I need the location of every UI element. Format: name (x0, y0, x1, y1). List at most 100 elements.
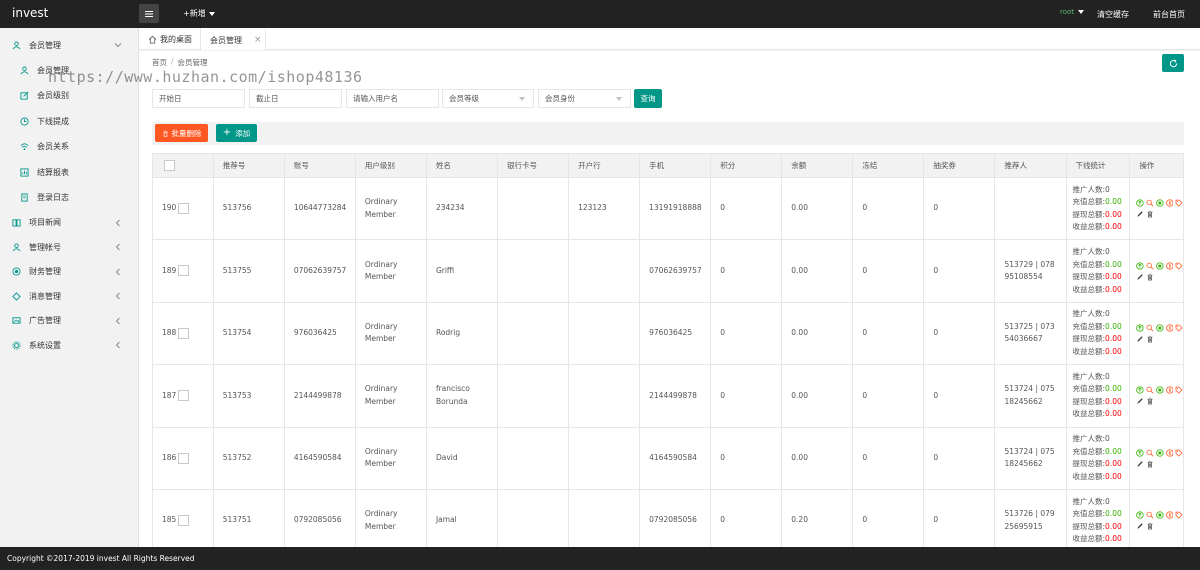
up-arrow-icon[interactable] (1136, 324, 1144, 332)
cell-referrer (994, 176, 1067, 241)
sidebar-group-messages[interactable]: 消息管理 (0, 284, 138, 309)
cell-phone: 976036425 (639, 301, 712, 366)
cell-frozen: 0 (852, 301, 925, 366)
row-checkbox[interactable] (178, 390, 190, 402)
money-icon[interactable] (1165, 261, 1174, 270)
cell-bank-card (497, 176, 570, 241)
start-date-input[interactable]: 开始日 (152, 89, 245, 108)
trash-icon[interactable] (1146, 273, 1154, 281)
sidebar-group-ads[interactable]: 广告管理 (0, 309, 138, 334)
view-icon[interactable] (1156, 261, 1164, 270)
add-button[interactable]: + 添加 (216, 124, 257, 142)
edit-icon[interactable] (1136, 460, 1144, 468)
tag-icon[interactable] (1175, 199, 1183, 207)
refresh-icon (1169, 59, 1177, 67)
cell-ref: 513756 (212, 176, 285, 241)
view-icon[interactable] (1156, 511, 1164, 519)
edit-icon[interactable] (1136, 335, 1144, 343)
chevron-left-icon (115, 292, 120, 300)
front-home-link[interactable]: 前台首页 (1153, 9, 1185, 20)
sidebar-group-member[interactable]: 会员管理 (0, 33, 138, 58)
search-icon[interactable] (1146, 262, 1154, 270)
view-icon[interactable] (1156, 449, 1164, 457)
sidebar-item-relations[interactable]: 会员关系 (0, 134, 138, 160)
add-new-menu[interactable]: +新增 (183, 8, 215, 19)
close-icon[interactable]: × (254, 35, 262, 45)
sidebar-item-settlement[interactable]: 结算报表 (0, 160, 138, 186)
trash-icon[interactable] (1146, 522, 1154, 530)
row-checkbox[interactable] (178, 327, 190, 339)
cell-id: 189 (152, 239, 214, 303)
sidebar-group-news[interactable]: 项目新闻 (0, 211, 138, 236)
header-select-all[interactable] (152, 153, 214, 178)
edit-icon[interactable] (1136, 522, 1144, 530)
column-header: 抽奖券 (923, 153, 996, 178)
money-icon[interactable] (1165, 324, 1174, 332)
search-icon[interactable] (1146, 511, 1154, 519)
tab-label: 我的桌面 (160, 34, 192, 44)
user-menu[interactable]: root (1060, 8, 1085, 16)
select-all-checkbox[interactable] (164, 160, 175, 171)
up-arrow-icon[interactable] (1136, 449, 1144, 457)
cell-balance: 0.00 (781, 239, 854, 303)
row-checkbox[interactable] (178, 452, 190, 464)
search-icon[interactable] (1146, 449, 1154, 457)
stat-value: 0.00 (1105, 197, 1122, 207)
breadcrumb-home[interactable]: 首页 (152, 57, 167, 68)
tag-icon[interactable] (1175, 449, 1183, 457)
trash-icon[interactable] (1146, 397, 1154, 405)
sidebar-item-member-level[interactable]: 会员级别 (0, 83, 138, 109)
money-icon[interactable] (1165, 386, 1174, 395)
tag-icon[interactable] (1175, 511, 1183, 519)
up-arrow-icon[interactable] (1136, 511, 1144, 519)
search-icon[interactable] (1146, 324, 1154, 332)
view-icon[interactable] (1156, 199, 1164, 207)
app-logo[interactable]: invest (12, 6, 48, 20)
sidebar-group-settings[interactable]: 系统设置 (0, 333, 138, 358)
search-icon[interactable] (1146, 199, 1154, 207)
caret-down-icon (208, 11, 215, 16)
sidebar-item-login-log[interactable]: 登录日志 (0, 185, 138, 211)
member-level-select[interactable]: 会员等级 (442, 89, 534, 108)
cell-id: 188 (152, 301, 214, 366)
tab-member-manage[interactable]: 会员管理 × (201, 28, 266, 50)
money-icon[interactable] (1165, 511, 1174, 519)
money-icon[interactable] (1165, 449, 1174, 457)
trash-icon[interactable] (1146, 460, 1154, 468)
stat-promoters: 推广人数:0 (1073, 184, 1130, 197)
tab-my-desktop[interactable]: 我的桌面 (139, 28, 201, 50)
tag-icon[interactable] (1175, 386, 1183, 395)
sidebar-group-admin[interactable]: 管理帐号 (0, 235, 138, 260)
up-arrow-icon[interactable] (1136, 386, 1144, 395)
query-button[interactable]: 查询 (634, 89, 662, 108)
sidebar-group-finance[interactable]: 财务管理 (0, 260, 138, 285)
batch-delete-button[interactable]: 批量删除 (155, 124, 208, 142)
end-date-input[interactable]: 截止日 (249, 89, 342, 108)
search-icon[interactable] (1146, 386, 1154, 394)
row-checkbox[interactable] (178, 514, 190, 526)
clear-cache-link[interactable]: 清空缓存 (1097, 9, 1129, 20)
menu-toggle-button[interactable] (139, 4, 159, 23)
sidebar-item-member-manage[interactable]: 会员管理 (0, 58, 138, 84)
tag-icon[interactable] (1175, 262, 1183, 270)
edit-icon[interactable] (1136, 210, 1144, 218)
refresh-button[interactable] (1162, 54, 1184, 72)
trash-icon[interactable] (1146, 210, 1154, 218)
tag-icon[interactable] (1175, 324, 1183, 332)
row-checkbox[interactable] (178, 265, 190, 277)
edit-icon[interactable] (1136, 273, 1144, 281)
view-icon[interactable] (1156, 324, 1164, 332)
up-arrow-icon[interactable] (1136, 261, 1144, 270)
sidebar-item-commission[interactable]: 下线提成 (0, 109, 138, 135)
sidebar-group-label: 系统设置 (29, 340, 61, 350)
edit-icon[interactable] (1136, 397, 1144, 405)
view-icon[interactable] (1156, 386, 1164, 395)
row-checkbox[interactable] (178, 202, 190, 214)
username-input[interactable]: 请输入用户名 (346, 89, 439, 108)
cell-phone: 4164590584 (639, 426, 712, 490)
up-arrow-icon[interactable] (1136, 199, 1144, 207)
trash-icon[interactable] (1146, 335, 1154, 343)
member-identity-select[interactable]: 会员身份 (538, 89, 631, 108)
member-table: 推荐号 账号 用户级别 姓名 银行卡号 开户行 手机 积分 余额 冻结 抽奖券 … (152, 153, 1184, 553)
money-icon[interactable] (1165, 199, 1174, 207)
